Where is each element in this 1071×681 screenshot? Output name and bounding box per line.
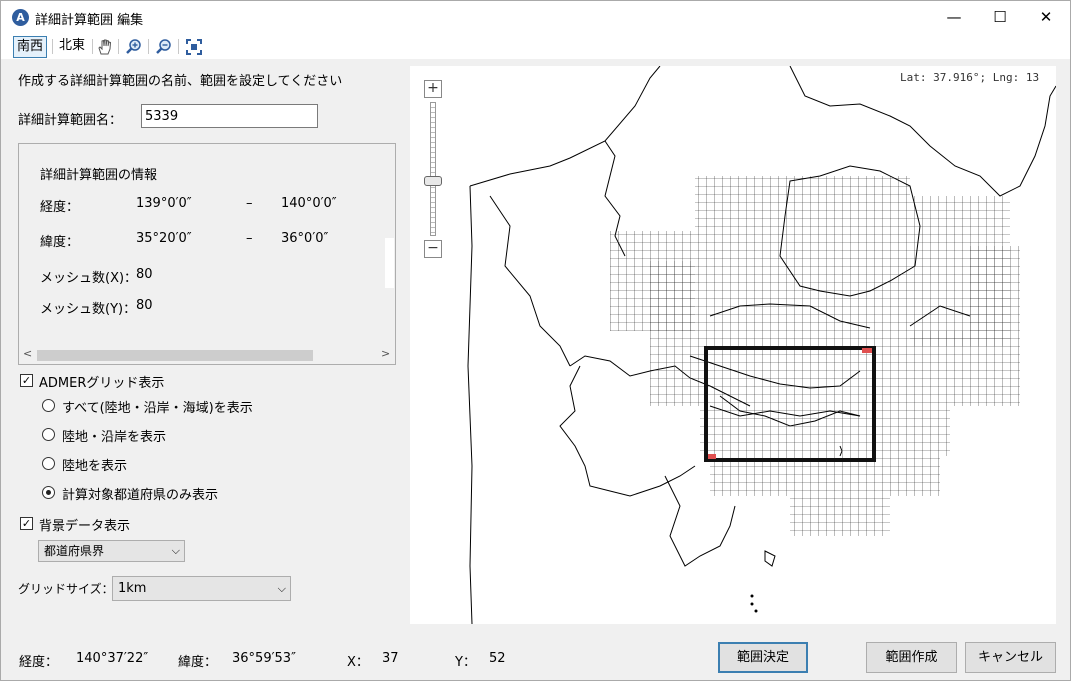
grid-size-label: グリッドサイズ： [18, 582, 114, 596]
title-bar: A 詳細計算範囲 編集 — ☐ ✕ [1, 1, 1070, 34]
app-logo-icon: A [12, 9, 29, 26]
radio-land-coast[interactable] [42, 428, 55, 441]
status-bar: 経度： 140°37′22″ 緯度： 36°59′53″ X： 37 Y： 52 [1, 641, 701, 671]
pan-hand-icon[interactable] [95, 37, 115, 57]
zoom-in-button[interactable]: + [424, 80, 442, 98]
grid-display-label: ADMERグリッド表示 [39, 376, 165, 391]
toolbar-separator [92, 39, 93, 54]
latitude-dash: – [246, 231, 253, 246]
vertical-scrollbar-thumb[interactable] [385, 238, 394, 288]
coordinate-readout: Lat: 37.916°; Lng: 13 [900, 71, 1040, 84]
zoom-slider-thumb[interactable] [424, 176, 442, 186]
longitude-label: 経度： [40, 200, 80, 215]
map-canvas[interactable] [410, 66, 1056, 624]
create-range-button[interactable]: 範囲作成 [866, 642, 957, 673]
longitude-dash: – [246, 196, 253, 211]
radio-show-all-label: すべて(陸地・沿岸・海域)を表示 [62, 401, 253, 416]
grid-size-select[interactable]: 1km ⌵ [112, 576, 291, 601]
toolbar-separator [178, 39, 179, 54]
map-toolbar: 南西 北東 [1, 34, 1070, 59]
radio-target-prefectures[interactable] [42, 486, 55, 499]
toolbar-separator [118, 39, 119, 54]
longitude-to: 140°0′0″ [281, 196, 337, 211]
scroll-right-icon[interactable]: > [381, 347, 390, 360]
minimize-button[interactable]: — [931, 1, 977, 34]
grid-overlay [610, 176, 1020, 536]
zoom-out-button[interactable]: − [424, 240, 442, 258]
status-y-label: Y： [455, 655, 476, 670]
grid-size-value: 1km [118, 581, 147, 596]
radio-land-only-label: 陸地を表示 [62, 459, 128, 474]
settings-panel: 作成する詳細計算範囲の名前、範囲を設定してください 詳細計算範囲名： 詳細計算範… [1, 59, 406, 629]
radio-land-coast-label: 陸地・沿岸を表示 [62, 430, 167, 445]
latitude-label: 緯度： [40, 235, 80, 250]
status-y-value: 52 [489, 651, 506, 666]
south-west-button[interactable]: 南西 [13, 36, 47, 58]
horizontal-scrollbar-thumb[interactable] [37, 350, 313, 361]
edit-window: A 詳細計算範囲 編集 — ☐ ✕ 南西 北東 作成する詳細計算範囲の名前、範囲… [0, 0, 1071, 681]
background-layer-value: 都道府県界 [44, 544, 105, 558]
status-lat-label: 緯度： [178, 655, 218, 670]
decide-range-button[interactable]: 範囲決定 [718, 642, 808, 673]
status-lon-label: 経度： [19, 655, 59, 670]
mesh-y-value: 80 [136, 298, 153, 313]
range-info-panel: 詳細計算範囲の情報 経度： 139°0′0″ – 140°0′0″ 緯度： 35… [18, 143, 396, 365]
mesh-x-label: メッシュ数(X)： [40, 271, 138, 286]
zoom-slider-track[interactable] [430, 102, 436, 236]
north-east-button[interactable]: 北東 [56, 36, 88, 58]
latitude-to: 36°0′0″ [281, 231, 329, 246]
chevron-down-icon: ⌵ [277, 582, 286, 595]
maximize-button[interactable]: ☐ [977, 1, 1023, 34]
radio-show-all[interactable] [42, 399, 55, 412]
status-x-value: 37 [382, 651, 399, 666]
status-lat-value: 36°59′53″ [232, 651, 296, 666]
info-title: 詳細計算範囲の情報 [40, 168, 158, 183]
close-button[interactable]: ✕ [1023, 1, 1069, 34]
status-x-label: X： [347, 655, 369, 670]
latitude-from: 35°20′0″ [136, 231, 192, 246]
map-view[interactable]: Lat: 37.916°; Lng: 13 + − [410, 66, 1056, 624]
radio-target-prefectures-label: 計算対象都道府県のみ表示 [62, 488, 219, 503]
selected-cell-marker [862, 348, 872, 353]
status-lon-value: 140°37′22″ [76, 651, 149, 666]
scroll-left-icon[interactable]: < [23, 347, 32, 360]
range-name-label: 詳細計算範囲名： [18, 113, 123, 128]
mesh-x-value: 80 [136, 267, 153, 282]
islands [750, 594, 758, 613]
longitude-from: 139°0′0″ [136, 196, 192, 211]
background-data-label: 背景データ表示 [39, 519, 131, 534]
selected-cell-marker [708, 454, 716, 459]
cancel-button[interactable]: キャンセル [965, 642, 1056, 673]
radio-land-only[interactable] [42, 457, 55, 470]
zoom-in-icon[interactable] [124, 37, 144, 57]
range-name-input[interactable] [141, 104, 318, 128]
chevron-down-icon: ⌵ [171, 544, 180, 557]
window-title: 詳細計算範囲 編集 [35, 13, 144, 28]
background-layer-select[interactable]: 都道府県界 ⌵ [38, 540, 185, 562]
background-data-checkbox[interactable]: ✓ [20, 517, 33, 530]
toolbar-separator [52, 39, 53, 54]
mesh-y-label: メッシュ数(Y)： [40, 302, 137, 317]
toolbar-separator [148, 39, 149, 54]
instruction-text: 作成する詳細計算範囲の名前、範囲を設定してください [18, 74, 343, 89]
fit-extent-icon[interactable] [184, 37, 204, 57]
grid-display-checkbox[interactable]: ✓ [20, 374, 33, 387]
horizontal-scrollbar[interactable]: < > [19, 346, 395, 364]
zoom-out-icon[interactable] [154, 37, 174, 57]
zoom-control: + − [424, 80, 442, 260]
